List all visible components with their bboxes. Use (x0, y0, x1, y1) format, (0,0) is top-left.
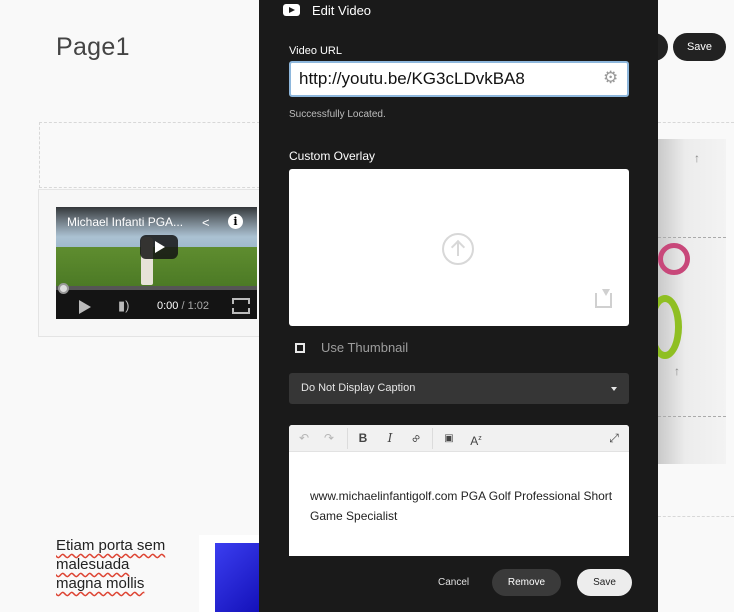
custom-overlay-label: Custom Overlay (289, 149, 376, 163)
download-icon[interactable] (595, 289, 612, 308)
save-button[interactable]: Save (577, 569, 632, 596)
image-block[interactable] (199, 535, 259, 612)
fullscreen-icon[interactable] (232, 298, 250, 314)
redo-icon[interactable]: ↷ (322, 430, 336, 447)
gear-guide-line (658, 416, 726, 417)
use-thumbnail-label[interactable]: Use Thumbnail (321, 340, 408, 355)
toolbar-separator (347, 428, 348, 449)
video-icon (283, 4, 300, 16)
play-overlay-button[interactable] (140, 235, 178, 259)
gears-image[interactable]: ↑ ↑ (658, 139, 726, 464)
play-icon[interactable] (79, 300, 91, 314)
gear-icon[interactable]: ⚙ (603, 69, 618, 87)
cancel-button[interactable]: Cancel (438, 577, 469, 588)
dialog-title: Edit Video (312, 2, 372, 18)
video-url-input[interactable] (289, 61, 629, 97)
toolbar-separator (432, 428, 433, 449)
editor-toolbar: ↶ ↷ B I ∞ ▣ Az ⤢ (289, 425, 629, 452)
share-icon[interactable]: < (202, 215, 210, 230)
page-title: Page1 (56, 33, 130, 61)
caption-editor[interactable]: ↶ ↷ B I ∞ ▣ Az ⤢ www.michaelinfantigolf.… (289, 425, 629, 556)
link-icon[interactable]: ∞ (405, 428, 427, 450)
video-url-label: Video URL (289, 45, 342, 57)
italic-icon[interactable]: I (383, 430, 397, 447)
arrow-up-icon: ↑ (694, 151, 700, 165)
video-progress-bar[interactable] (56, 286, 257, 290)
fullscreen-icon[interactable]: ⤢ (607, 430, 621, 447)
edit-video-dialog: Edit Video Video URL ⚙ Successfully Loca… (259, 0, 658, 612)
video-title[interactable]: Michael Infanti PGA... (67, 215, 183, 229)
empty-block-placeholder[interactable] (39, 122, 260, 188)
chevron-down-icon (611, 387, 617, 391)
remove-button[interactable]: Remove (492, 569, 561, 596)
info-icon[interactable]: i (228, 214, 243, 229)
video-preview[interactable]: Michael Infanti PGA... < i ▮) 0:00 / 1:0… (56, 207, 257, 319)
upload-icon[interactable] (442, 233, 474, 265)
video-time-total: / 1:02 (181, 300, 210, 312)
video-scrub-handle[interactable] (58, 283, 69, 294)
pink-gear-icon (658, 243, 690, 275)
use-thumbnail-row[interactable]: Use Thumbnail (295, 340, 408, 355)
video-time: 0:00 / 1:02 (157, 300, 209, 312)
url-status-text: Successfully Located. (289, 109, 386, 120)
arrow-up-icon: ↑ (674, 364, 680, 378)
volume-icon[interactable]: ▮) (118, 298, 129, 314)
insert-icon[interactable]: ▣ (442, 430, 456, 447)
page-save-button[interactable]: Save (673, 33, 726, 61)
gear-guide-line (658, 237, 726, 238)
undo-icon[interactable]: ↶ (297, 430, 311, 447)
caption-editor-text[interactable]: www.michaelinfantigolf.com PGA Golf Prof… (310, 486, 620, 526)
block-divider (658, 516, 734, 517)
font-icon[interactable]: Az (469, 430, 483, 448)
block-divider (658, 122, 734, 123)
dialog-header: Edit Video (283, 0, 371, 20)
bold-icon[interactable]: B (356, 430, 370, 447)
body-text-block[interactable]: Etiam porta sem malesuada magna mollis (56, 536, 166, 593)
caption-select[interactable]: Do Not Display Caption (289, 373, 629, 404)
body-text: Etiam porta sem malesuada magna mollis (56, 537, 166, 592)
use-thumbnail-checkbox[interactable] (295, 342, 305, 353)
green-gear-icon (658, 295, 682, 359)
caption-select-value: Do Not Display Caption (301, 382, 416, 394)
video-time-current: 0:00 (157, 300, 179, 312)
custom-overlay-dropzone[interactable] (289, 169, 629, 326)
